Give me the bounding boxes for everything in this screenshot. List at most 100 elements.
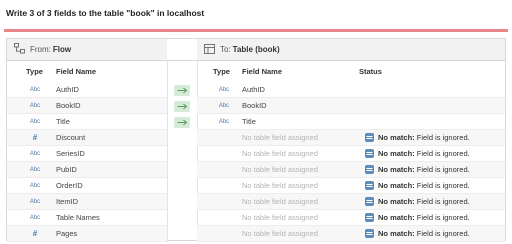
string-type-icon: Abc: [29, 118, 41, 125]
source-field-name: Table Names: [56, 213, 100, 222]
source-field-row[interactable]: Abc BookID: [7, 98, 167, 114]
target-field-row[interactable]: Abc Title: [197, 114, 505, 130]
target-field-row[interactable]: Abc BookID: [197, 98, 505, 114]
target-field-name: AuthID: [242, 85, 265, 94]
string-type-icon: Abc: [29, 182, 41, 189]
source-type-header: Type: [26, 67, 43, 76]
ignore-status-icon: [365, 133, 374, 142]
status-cell: No match: Field is ignored.: [365, 149, 470, 158]
ignore-status-icon: [365, 165, 374, 174]
target-field-name: Title: [242, 117, 256, 126]
source-field-name: SeriesID: [56, 149, 85, 158]
status-text: No match: Field is ignored.: [378, 197, 470, 206]
status-text: No match: Field is ignored.: [378, 149, 470, 158]
flow-icon: [14, 43, 25, 56]
source-field-name: OrderID: [56, 181, 83, 190]
status-header: Status: [359, 67, 382, 76]
source-field-name: AuthID: [56, 85, 79, 94]
status-label: No match:: [378, 165, 415, 174]
source-field-row[interactable]: Abc ItemID: [7, 194, 167, 210]
ignore-status-icon: [365, 229, 374, 238]
source-field-row[interactable]: # Pages: [7, 226, 167, 242]
source-field-name: Title: [56, 117, 70, 126]
source-name: Flow: [52, 45, 72, 54]
field-mapping-panel: From: Flow To: Table (book) Type Field N…: [6, 38, 506, 242]
source-field-name: Discount: [56, 133, 86, 142]
target-field-header: Field Name: [242, 67, 283, 76]
status-cell: No match: Field is ignored.: [365, 197, 470, 206]
status-cell: No match: Field is ignored.: [365, 165, 470, 174]
source-field-name: ItemID: [56, 197, 79, 206]
source-field-row[interactable]: Abc OrderID: [7, 178, 167, 194]
status-cell: No match: Field is ignored.: [365, 213, 470, 222]
source-field-row[interactable]: Abc Title: [7, 114, 167, 130]
source-panel-header: From: Flow: [7, 39, 167, 61]
target-lead: To:: [220, 45, 231, 54]
ignore-status-icon: [365, 197, 374, 206]
dialog-title: Write 3 of 3 fields to the table "book" …: [6, 8, 205, 18]
source-lead: From:: [30, 45, 51, 54]
no-field-assigned: No table field assigned: [242, 181, 318, 190]
target-panel-header: To: Table (book): [197, 39, 355, 61]
ignore-status-icon: [365, 149, 374, 158]
string-type-icon: Abc: [29, 214, 41, 221]
source-field-row[interactable]: Abc PubID: [7, 162, 167, 178]
source-field-row[interactable]: # Discount: [7, 130, 167, 146]
status-label: No match:: [378, 149, 415, 158]
table-icon: [204, 43, 215, 56]
string-type-icon: Abc: [218, 86, 230, 93]
arrow-right-icon: [174, 84, 190, 96]
target-field-row[interactable]: No table field assigned No match: Field i…: [197, 130, 505, 146]
target-field-row[interactable]: Abc AuthID: [197, 82, 505, 98]
no-field-assigned: No table field assigned: [242, 213, 318, 222]
target-field-row[interactable]: No table field assigned No match: Field i…: [197, 178, 505, 194]
numeric-type-icon: #: [32, 133, 38, 142]
status-cell: No match: Field is ignored.: [365, 133, 470, 142]
target-field-row[interactable]: No table field assigned No match: Field i…: [197, 194, 505, 210]
ignore-status-icon: [365, 181, 374, 190]
status-panel-header: [355, 39, 505, 61]
ignore-status-icon: [365, 213, 374, 222]
target-field-name: BookID: [242, 101, 267, 110]
arrow-right-icon: [174, 100, 190, 112]
source-field-header: Field Name: [56, 67, 97, 76]
status-cell: No match: Field is ignored.: [365, 181, 470, 190]
arrow-right-icon: [174, 116, 190, 128]
no-field-assigned: No table field assigned: [242, 229, 318, 238]
string-type-icon: Abc: [218, 118, 230, 125]
status-label: No match:: [378, 229, 415, 238]
source-divider: [167, 61, 168, 242]
string-type-icon: Abc: [29, 86, 41, 93]
target-field-row[interactable]: No table field assigned No match: Field i…: [197, 146, 505, 162]
string-type-icon: Abc: [218, 102, 230, 109]
status-text: No match: Field is ignored.: [378, 229, 470, 238]
target-type-header: Type: [213, 67, 230, 76]
status-text: No match: Field is ignored.: [378, 181, 470, 190]
target-field-row[interactable]: No table field assigned No match: Field i…: [197, 162, 505, 178]
status-label: No match:: [378, 181, 415, 190]
status-label: No match:: [378, 133, 415, 142]
status-text: No match: Field is ignored.: [378, 133, 470, 142]
target-field-row[interactable]: No table field assigned No match: Field i…: [197, 210, 505, 226]
status-label: No match:: [378, 213, 415, 222]
string-type-icon: Abc: [29, 166, 41, 173]
source-field-name: Pages: [56, 229, 78, 238]
numeric-type-icon: #: [32, 229, 38, 238]
status-cell: No match: Field is ignored.: [365, 229, 470, 238]
source-field-row[interactable]: Abc SeriesID: [7, 146, 167, 162]
status-label: No match:: [378, 197, 415, 206]
target-field-row[interactable]: No table field assigned No match: Field i…: [197, 226, 505, 242]
source-field-row[interactable]: Abc AuthID: [7, 82, 167, 98]
no-field-assigned: No table field assigned: [242, 149, 318, 158]
target-name: Table (book): [232, 45, 280, 54]
mapping-gap-header: [167, 39, 197, 61]
source-field-row[interactable]: Abc Table Names: [7, 210, 167, 226]
string-type-icon: Abc: [29, 150, 41, 157]
string-type-icon: Abc: [29, 102, 41, 109]
no-field-assigned: No table field assigned: [242, 197, 318, 206]
source-field-name: BookID: [56, 101, 81, 110]
no-field-assigned: No table field assigned: [242, 165, 318, 174]
string-type-icon: Abc: [29, 198, 41, 205]
status-text: No match: Field is ignored.: [378, 213, 470, 222]
status-text: No match: Field is ignored.: [378, 165, 470, 174]
